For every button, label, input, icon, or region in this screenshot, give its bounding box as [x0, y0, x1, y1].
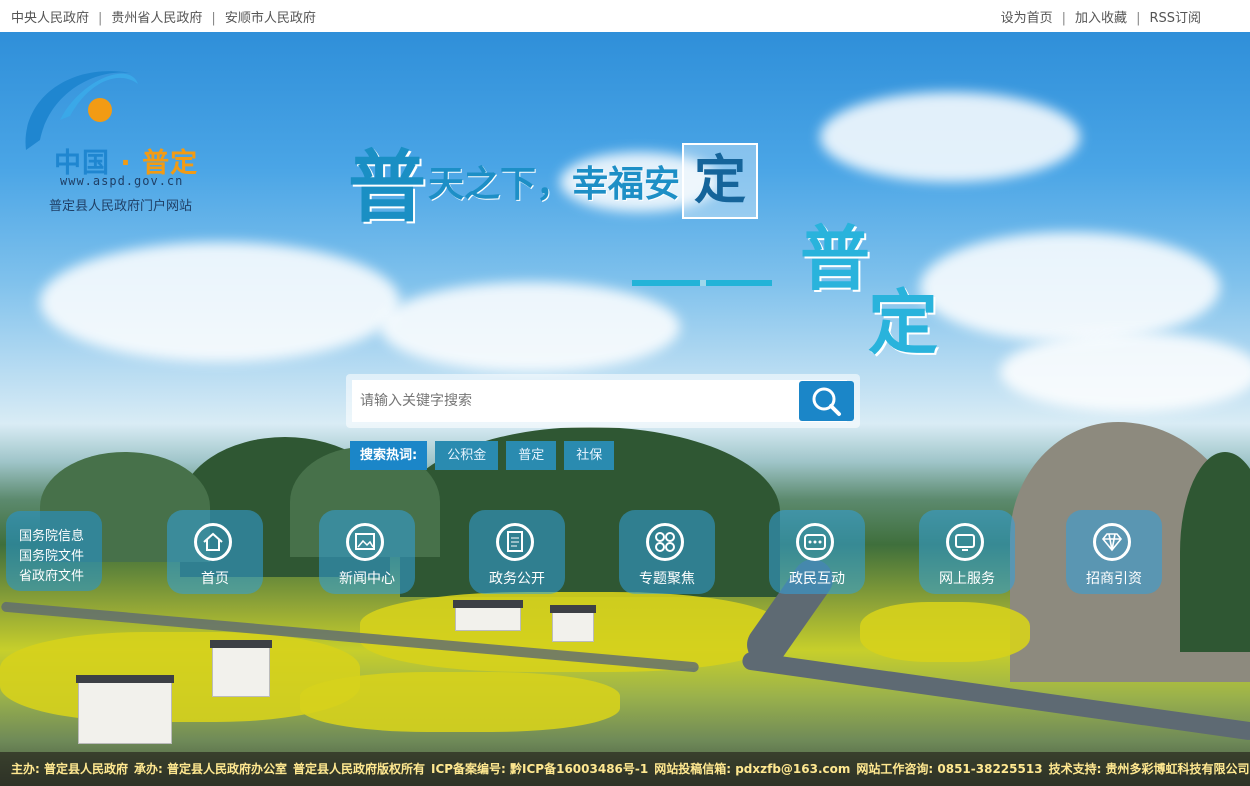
slogan-line-2: 普 定 — [800, 220, 938, 362]
footer-hotline: 网站工作咨询: 0851-38225513 — [856, 762, 1043, 776]
side-info-state-council-info[interactable]: 国务院信息 — [19, 525, 101, 544]
monitor-icon — [946, 523, 984, 561]
side-info-panel: 国务院信息 国务院文件 省政府文件 — [6, 511, 102, 591]
hot-keywords: 搜索热词: 公积金 普定 社保 — [350, 441, 615, 470]
link-anshun-government[interactable]: 安顺市人民政府 — [225, 11, 316, 26]
link-central-government[interactable]: 中央人民政府 — [11, 11, 89, 26]
nav-tile-news[interactable]: 新闻中心 — [319, 510, 415, 594]
search-input[interactable] — [352, 380, 847, 422]
nav-tile-home[interactable]: 首页 — [167, 510, 263, 594]
hot-keyword-puding[interactable]: 普定 — [506, 441, 557, 470]
nav-label: 政民互动 — [789, 571, 845, 587]
house — [76, 675, 174, 744]
cloud — [1000, 332, 1250, 412]
nav-tile-investment[interactable]: 招商引资 — [1066, 510, 1162, 594]
diamond-icon — [1093, 523, 1131, 561]
separator: | — [98, 11, 103, 26]
footer-icp[interactable]: ICP备案编号: 黔ICP备16003486号-1 — [431, 762, 648, 776]
hot-keyword-housing-fund[interactable]: 公积金 — [435, 441, 499, 470]
site-name: 普定县人民政府门户网站 — [49, 199, 193, 214]
home-icon — [194, 523, 232, 561]
search-box — [346, 374, 860, 428]
nav-tile-online-services[interactable]: 网上服务 — [919, 510, 1015, 594]
grid-icon — [646, 523, 684, 561]
logo-swoosh-icon — [25, 71, 138, 150]
cloud — [40, 242, 400, 362]
house — [210, 640, 272, 697]
slogan-line-1: 普天之下，幸福安定 — [348, 125, 759, 237]
nav-label: 招商引资 — [1086, 571, 1142, 587]
external-links: 中央人民政府 | 贵州省人民政府 | 安顺市人民政府 — [11, 7, 316, 26]
house — [453, 600, 523, 631]
set-homepage-link[interactable]: 设为首页 — [1001, 11, 1053, 26]
slogan-char-ding: 定 — [868, 281, 938, 364]
search-button[interactable] — [799, 381, 854, 421]
separator: | — [211, 11, 216, 26]
slogan-dash — [632, 280, 772, 286]
footer-tech-support[interactable]: 技术支持: 贵州多彩博虹科技有限公司 — [1049, 762, 1250, 776]
utility-links: 设为首页 | 加入收藏 | RSS订阅 — [1001, 7, 1201, 26]
rss-link[interactable]: RSS订阅 — [1149, 11, 1201, 26]
footer-copyright: 普定县人民政府版权所有 — [292, 762, 425, 776]
house — [550, 605, 596, 642]
nav-tile-interaction[interactable]: 政民互动 — [769, 510, 865, 594]
add-bookmark-link[interactable]: 加入收藏 — [1075, 11, 1127, 26]
search-icon — [812, 387, 841, 416]
footer-organizer: 承办: 普定县人民政府办公室 — [133, 762, 287, 776]
logo-url: www.aspd.gov.cn — [60, 174, 184, 188]
hot-keyword-social-security[interactable]: 社保 — [564, 441, 615, 470]
rapeseed-field — [300, 672, 620, 732]
document-icon — [496, 523, 534, 561]
cloud — [380, 282, 680, 372]
footer-email[interactable]: 网站投稿信箱: pdxzfb@163.com — [654, 762, 850, 776]
nav-label: 网上服务 — [939, 571, 995, 587]
nav-label: 专题聚焦 — [639, 571, 695, 587]
nav-label: 新闻中心 — [339, 571, 395, 587]
nav-label: 政务公开 — [489, 571, 545, 587]
top-bar: 中央人民政府 | 贵州省人民政府 | 安顺市人民政府 设为首页 | 加入收藏 | RSS订阅 — [0, 0, 1250, 32]
nav-tile-topics[interactable]: 专题聚焦 — [619, 510, 715, 594]
separator: | — [1061, 11, 1067, 26]
slogan-big-char: 普 — [348, 142, 427, 233]
rapeseed-field — [860, 602, 1030, 662]
cloud — [920, 232, 1220, 342]
cloud — [820, 92, 1080, 182]
nav-label: 首页 — [201, 571, 229, 587]
hot-keywords-label: 搜索热词: — [350, 441, 428, 470]
separator: | — [1136, 11, 1141, 26]
side-info-provincial-docs[interactable]: 省政府文件 — [19, 565, 101, 584]
footer-bar: 主办: 普定县人民政府 承办: 普定县人民政府办公室 普定县人民政府版权所有 ICP备… — [0, 752, 1250, 786]
site-logo[interactable]: 中国 · 普定 www.aspd.gov.cn 普定县人民政府门户网站 — [20, 40, 220, 214]
slogan-boxed-char: 定 — [682, 143, 759, 219]
slogan-char-pu: 普 — [800, 217, 870, 300]
image-icon — [346, 523, 384, 561]
slogan-text: 天之下，幸福安 — [428, 164, 681, 205]
side-info-state-council-docs[interactable]: 国务院文件 — [19, 545, 101, 564]
footer-sponsor: 主办: 普定县人民政府 — [11, 762, 128, 776]
nav-tile-government-affairs[interactable]: 政务公开 — [469, 510, 565, 594]
link-guizhou-government[interactable]: 贵州省人民政府 — [111, 11, 202, 26]
chat-icon — [796, 523, 834, 561]
